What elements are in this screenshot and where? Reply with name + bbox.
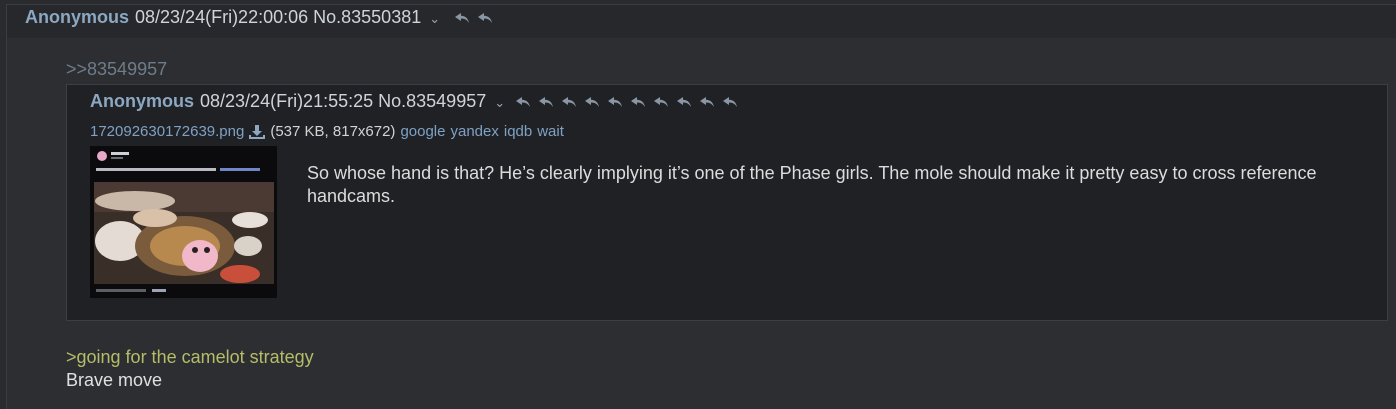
- reply-arrow-icon[interactable]: [722, 96, 739, 108]
- post-message: So whose hand is that? He’s clearly impl…: [307, 163, 1317, 206]
- post-number[interactable]: No.83549957: [378, 91, 486, 112]
- post-datetime: 08/23/24(Fri)22:00:06: [135, 7, 309, 27]
- file-link[interactable]: 172092630172639.png: [90, 123, 244, 140]
- quoted-post-header: Anonymous 08/23/24(Fri)21:55:25 No.83549…: [90, 91, 739, 112]
- reply-arrow-icon[interactable]: [584, 96, 601, 108]
- reply-arrow-icon[interactable]: [538, 96, 555, 108]
- wait-search-link[interactable]: wait: [537, 123, 564, 140]
- reply-arrow-icon[interactable]: [477, 12, 494, 24]
- poster-name: Anonymous: [25, 7, 130, 27]
- download-icon[interactable]: [248, 124, 266, 140]
- quote-link[interactable]: >>83549957: [66, 59, 167, 80]
- thread-page: Anonymous 08/23/24(Fri)22:00:06 No.83550…: [0, 0, 1396, 409]
- reply-arrow-icon[interactable]: [676, 96, 693, 108]
- post-number[interactable]: No.83550381: [313, 7, 421, 28]
- chevron-down-icon[interactable]: ⌄: [494, 95, 505, 111]
- reply-arrow-icon[interactable]: [653, 96, 670, 108]
- yandex-search-link[interactable]: yandex: [450, 123, 498, 140]
- greentext-line: >going for the camelot strategy: [66, 347, 314, 367]
- main-post-header: Anonymous 08/23/24(Fri)22:00:06 No.83550…: [25, 7, 494, 28]
- reply-message: Brave move: [66, 370, 163, 390]
- google-search-link[interactable]: google: [400, 123, 445, 140]
- reply-arrow-icon[interactable]: [630, 96, 647, 108]
- reply-icons: [515, 96, 739, 108]
- file-size-dimensions: (537 KB, 817x672): [270, 123, 396, 140]
- reply-arrow-icon[interactable]: [607, 96, 624, 108]
- poster-name: Anonymous: [90, 91, 195, 111]
- reply-arrow-icon[interactable]: [561, 96, 578, 108]
- chevron-down-icon[interactable]: ⌄: [429, 11, 440, 27]
- thumbnail-image: [90, 146, 277, 298]
- quoted-post: Anonymous 08/23/24(Fri)21:55:25 No.83549…: [66, 84, 1388, 321]
- reply-arrow-icon[interactable]: [515, 96, 532, 108]
- file-info-row: 172092630172639.png (537 KB, 817x672) go…: [90, 123, 564, 140]
- post-datetime: 08/23/24(Fri)21:55:25: [200, 91, 374, 111]
- reply-arrow-icon[interactable]: [454, 12, 471, 24]
- reply-arrow-icon[interactable]: [699, 96, 716, 108]
- iqdb-search-link[interactable]: iqdb: [504, 123, 532, 140]
- image-thumbnail[interactable]: [90, 146, 277, 298]
